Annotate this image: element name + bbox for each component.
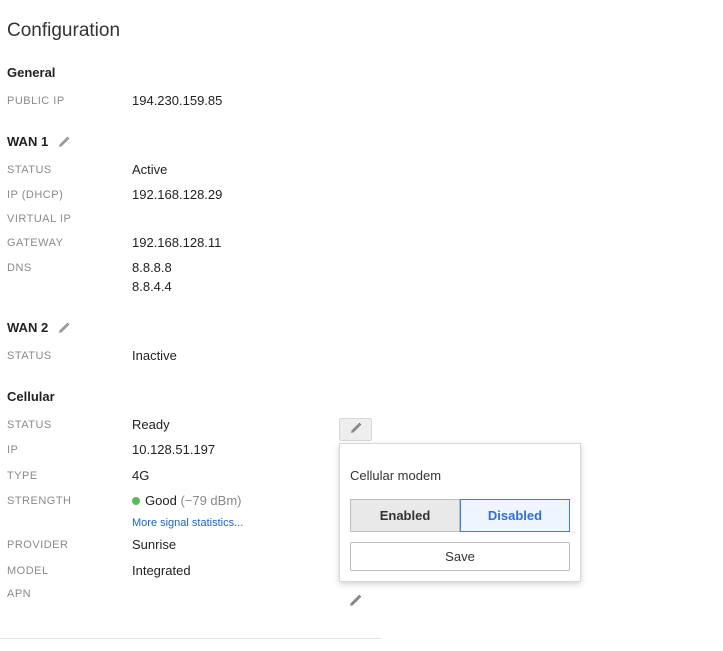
row-value: 192.168.128.29 [132, 187, 223, 202]
section-wan1-label: WAN 1 [7, 134, 49, 149]
row-value: Integrated [132, 563, 191, 578]
row-label: PROVIDER [7, 539, 69, 551]
row-label: MODEL [7, 565, 49, 577]
dns-secondary: 8.8.4.4 [132, 279, 172, 294]
row-value: 194.230.159.85 [132, 93, 223, 108]
row-wan1-virtual-ip: VIRTUAL IP [7, 211, 337, 227]
row-label: DNS [7, 262, 32, 274]
row-value: Ready [132, 417, 170, 432]
row-value: 8.8.8.8 8.8.4.4 [132, 260, 172, 298]
signal-quality: Good [145, 493, 177, 508]
row-wan1-status: STATUS Active [7, 162, 337, 178]
more-signal-statistics-link[interactable]: More signal statistics... [132, 515, 243, 531]
row-label: PUBLIC IP [7, 95, 65, 107]
pencil-icon[interactable] [58, 136, 70, 148]
cellular-modem-edit-button[interactable] [339, 418, 372, 441]
signal-status-dot [132, 496, 140, 505]
section-general-label: General [7, 65, 56, 80]
row-label: IP (DHCP) [7, 189, 64, 201]
row-wan1-dns: DNS 8.8.8.8 8.8.4.4 [7, 260, 337, 298]
cellular-modem-toggle: Enabled Disabled [350, 499, 570, 532]
section-cellular-title: Cellular [7, 389, 55, 404]
page-title: Configuration [7, 20, 121, 41]
row-cellular-type: TYPE 4G [7, 468, 337, 484]
dns-primary: 8.8.8.8 [132, 260, 172, 275]
row-value: 4G [132, 468, 150, 483]
row-cellular-strength: STRENGTH Good (−79 dBm) More signal stat… [7, 493, 337, 531]
row-cellular-status: STATUS Ready [7, 417, 337, 433]
pencil-icon [350, 421, 362, 439]
row-wan2-status: STATUS Inactive [7, 348, 337, 364]
section-wan1-title: WAN 1 [7, 134, 70, 149]
row-public-ip: PUBLIC IP 194.230.159.85 [7, 93, 337, 109]
row-cellular-model: MODEL Integrated [7, 563, 337, 579]
row-value: Active [132, 162, 168, 177]
row-label: VIRTUAL IP [7, 213, 72, 225]
section-general-title: General [7, 65, 55, 80]
row-label: STATUS [7, 350, 52, 362]
cellular-modem-popover: Cellular modem Enabled Disabled Save [339, 443, 581, 582]
row-wan1-ip: IP (DHCP) 192.168.128.29 [7, 187, 337, 203]
section-wan2-title: WAN 2 [7, 320, 70, 335]
row-value: 192.168.128.11 [132, 235, 222, 250]
row-value: Sunrise [132, 537, 177, 552]
section-cellular-label: Cellular [7, 389, 55, 404]
signal-dbm: (−79 dBm) [180, 493, 242, 508]
disabled-option[interactable]: Disabled [460, 499, 570, 532]
popover-title: Cellular modem [350, 468, 442, 483]
save-button[interactable]: Save [350, 542, 570, 571]
divider [0, 638, 381, 639]
row-label: STATUS [7, 419, 52, 431]
enabled-option[interactable]: Enabled [350, 499, 460, 532]
row-value: Good (−79 dBm) More signal statistics... [132, 493, 243, 531]
row-value: Inactive [132, 348, 177, 363]
row-cellular-provider: PROVIDER Sunrise [7, 537, 337, 553]
row-wan1-gateway: GATEWAY 192.168.128.11 [7, 235, 337, 251]
row-label: STATUS [7, 164, 52, 176]
row-label: IP [7, 444, 19, 456]
pencil-icon[interactable] [58, 322, 70, 334]
row-cellular-apn: APN [7, 586, 337, 602]
row-label: APN [7, 588, 32, 600]
apn-pencil-icon[interactable] [349, 594, 362, 607]
row-label: STRENGTH [7, 495, 72, 507]
row-label: TYPE [7, 470, 38, 482]
row-cellular-ip: IP 10.128.51.197 [7, 442, 337, 458]
row-value: 10.128.51.197 [132, 442, 216, 457]
section-wan2-label: WAN 2 [7, 320, 49, 335]
row-label: GATEWAY [7, 237, 64, 249]
